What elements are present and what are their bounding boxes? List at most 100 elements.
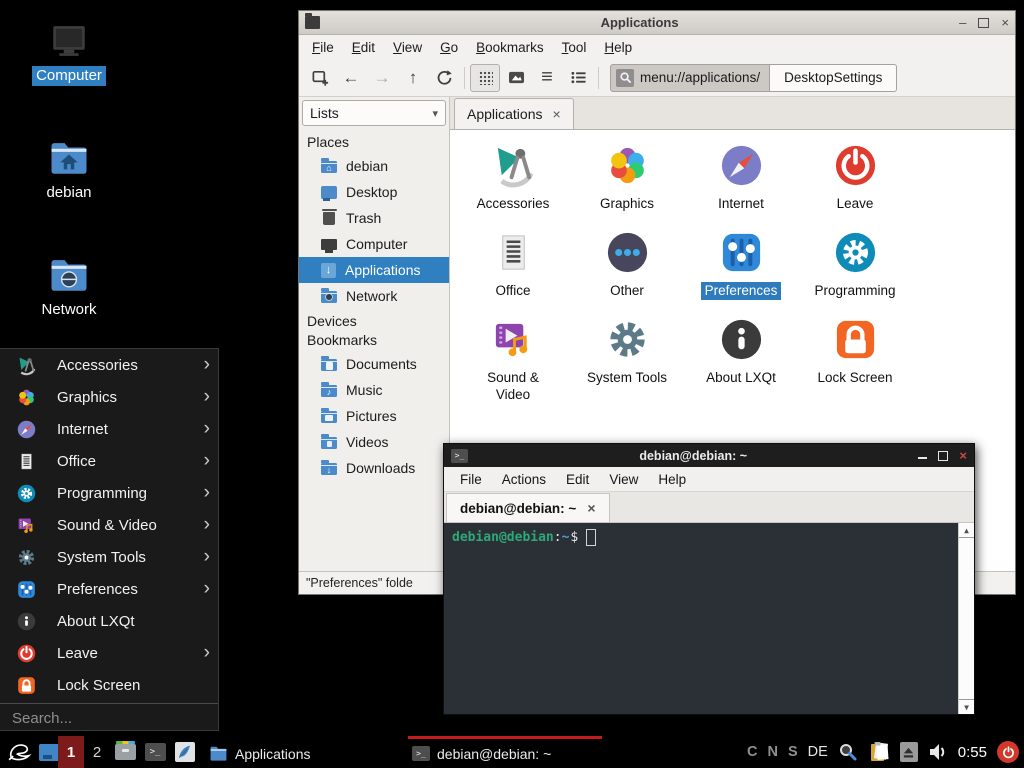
sidebar-view-selector[interactable]: Lists ▾ [302, 100, 446, 126]
tab-close-icon[interactable]: × [553, 106, 561, 122]
sidebar-item-network[interactable]: Network [299, 283, 449, 309]
grid-item-leave[interactable]: Leave [798, 142, 912, 213]
compact-view-button[interactable]: ≡ [532, 64, 562, 92]
terminal-content[interactable]: debian@debian:~$ ▲ ▼ [444, 523, 974, 714]
quicklaunch-terminal[interactable]: >_ [142, 736, 168, 768]
tab-applications[interactable]: Applications × [454, 98, 574, 129]
menu-item-programming[interactable]: Programming › [0, 477, 218, 509]
forward-button[interactable]: → [367, 64, 397, 92]
menu-help[interactable]: Help [595, 38, 641, 57]
grid-item-lock-screen[interactable]: Lock Screen [798, 316, 912, 403]
close-button[interactable]: × [1001, 16, 1009, 29]
menu-view[interactable]: View [599, 470, 648, 489]
start-menu-button[interactable] [4, 736, 34, 768]
workspace-1-button[interactable]: 1 [58, 736, 84, 768]
sidebar-item-pictures[interactable]: Pictures [299, 403, 449, 429]
menu-item-leave[interactable]: Leave › [0, 637, 218, 669]
menu-item-internet[interactable]: Internet › [0, 413, 218, 445]
minimize-button[interactable] [918, 452, 927, 459]
task-button-applications[interactable]: Applications [205, 736, 401, 768]
volume-icon[interactable] [928, 742, 948, 762]
menu-go[interactable]: Go [431, 38, 467, 57]
menu-item-sound-video[interactable]: Sound & Video › [0, 509, 218, 541]
menu-file[interactable]: File [303, 38, 343, 57]
path-segment-desktopsettings[interactable]: DesktopSettings [770, 64, 897, 92]
clock[interactable]: 0:55 [958, 744, 987, 761]
grid-item-other[interactable]: Other [570, 229, 684, 300]
grid-item-internet[interactable]: Internet [684, 142, 798, 213]
fm-titlebar[interactable]: Applications – × [299, 11, 1015, 35]
menu-item-accessories[interactable]: Accessories › [0, 349, 218, 381]
grid-item-accessories[interactable]: Accessories [456, 142, 570, 213]
new-tab-button[interactable] [305, 64, 335, 92]
thumbnail-view-button[interactable] [501, 64, 531, 92]
removable-media-button[interactable] [900, 742, 918, 762]
sidebar-item-videos[interactable]: Videos [299, 429, 449, 455]
screenshot-magnifier-icon[interactable] [838, 742, 858, 762]
grid-item-programming[interactable]: Programming [798, 229, 912, 300]
grid-item-office[interactable]: Office [456, 229, 570, 300]
path-segment-current[interactable]: menu://applications/ [610, 64, 770, 92]
window-title: debian@debian: ~ [468, 449, 918, 463]
sidebar-item-documents[interactable]: Documents [299, 351, 449, 377]
tab-close-icon[interactable]: × [587, 500, 595, 516]
submenu-chevron-icon: › [204, 549, 210, 565]
scroll-up-icon[interactable]: ▲ [959, 523, 974, 538]
grid-item-about-lxqt[interactable]: About LXQt [684, 316, 798, 403]
terminal-titlebar[interactable]: >_ debian@debian: ~ × [444, 444, 974, 467]
desktop-icon-network[interactable]: Network [23, 254, 115, 320]
menu-item-system-tools[interactable]: System Tools › [0, 541, 218, 573]
menu-file[interactable]: File [450, 470, 492, 489]
desktop-icon-computer[interactable]: Computer [23, 20, 115, 86]
grid-item-system-tools[interactable]: System Tools [570, 316, 684, 403]
close-button[interactable]: × [959, 450, 967, 462]
terminal-scrollbar[interactable]: ▲ ▼ [958, 523, 974, 714]
grid-item-sound-video[interactable]: Sound & Video [456, 316, 570, 403]
menu-actions[interactable]: Actions [492, 470, 556, 489]
menu-item-office[interactable]: Office › [0, 445, 218, 477]
sidebar-item-debian[interactable]: ⌂ debian [299, 153, 449, 179]
menu-tool[interactable]: Tool [553, 38, 596, 57]
desktop-icon-debian[interactable]: debian [23, 137, 115, 203]
terminal-tab[interactable]: debian@debian: ~ × [446, 493, 610, 522]
minimize-button[interactable]: – [959, 16, 966, 29]
menu-help[interactable]: Help [648, 470, 696, 489]
toolbar-separator [598, 67, 599, 89]
maximize-button[interactable] [938, 451, 948, 461]
up-button[interactable]: ↑ [398, 64, 428, 92]
menu-edit[interactable]: Edit [556, 470, 599, 489]
menu-view[interactable]: View [384, 38, 431, 57]
keyboard-layout-indicator[interactable]: DE [808, 744, 828, 760]
documents-folder-icon [321, 359, 337, 371]
workspace-2-button[interactable]: 2 [88, 736, 106, 768]
maximize-button[interactable] [978, 18, 989, 28]
sidebar-item-applications[interactable]: ↓ Applications [299, 257, 449, 283]
menu-item-preferences[interactable]: Preferences › [0, 573, 218, 605]
sidebar-item-trash[interactable]: Trash [299, 205, 449, 231]
clipboard-icon[interactable] [868, 741, 890, 763]
quicklaunch-featherpad[interactable] [172, 736, 198, 768]
grid-item-preferences[interactable]: Preferences [684, 229, 798, 300]
quicklaunch-file-manager[interactable] [112, 736, 138, 768]
sidebar-item-desktop[interactable]: Desktop [299, 179, 449, 205]
prompt-path: ~ [562, 530, 570, 545]
back-button[interactable]: ← [336, 64, 366, 92]
scroll-down-icon[interactable]: ▼ [959, 699, 974, 714]
search-icon [619, 71, 632, 84]
detailed-view-button[interactable] [563, 64, 593, 92]
sidebar-item-music[interactable]: ♪ Music [299, 377, 449, 403]
menu-item-graphics[interactable]: Graphics › [0, 381, 218, 413]
menu-item-lock-screen[interactable]: Lock Screen [0, 669, 218, 701]
sidebar-item-downloads[interactable]: ↓ Downloads [299, 455, 449, 481]
sidebar-item-label: Desktop [346, 184, 397, 200]
menu-search-input[interactable] [10, 709, 194, 728]
menu-bookmarks[interactable]: Bookmarks [467, 38, 553, 57]
sidebar-item-computer[interactable]: Computer [299, 231, 449, 257]
reload-button[interactable] [429, 64, 459, 92]
menu-item-about-lxqt[interactable]: About LXQt [0, 605, 218, 637]
power-button[interactable] [997, 741, 1019, 763]
menu-edit[interactable]: Edit [343, 38, 384, 57]
task-button-terminal[interactable]: >_ debian@debian: ~ [408, 736, 602, 768]
grid-item-graphics[interactable]: Graphics [570, 142, 684, 213]
icon-view-button[interactable] [470, 64, 500, 92]
